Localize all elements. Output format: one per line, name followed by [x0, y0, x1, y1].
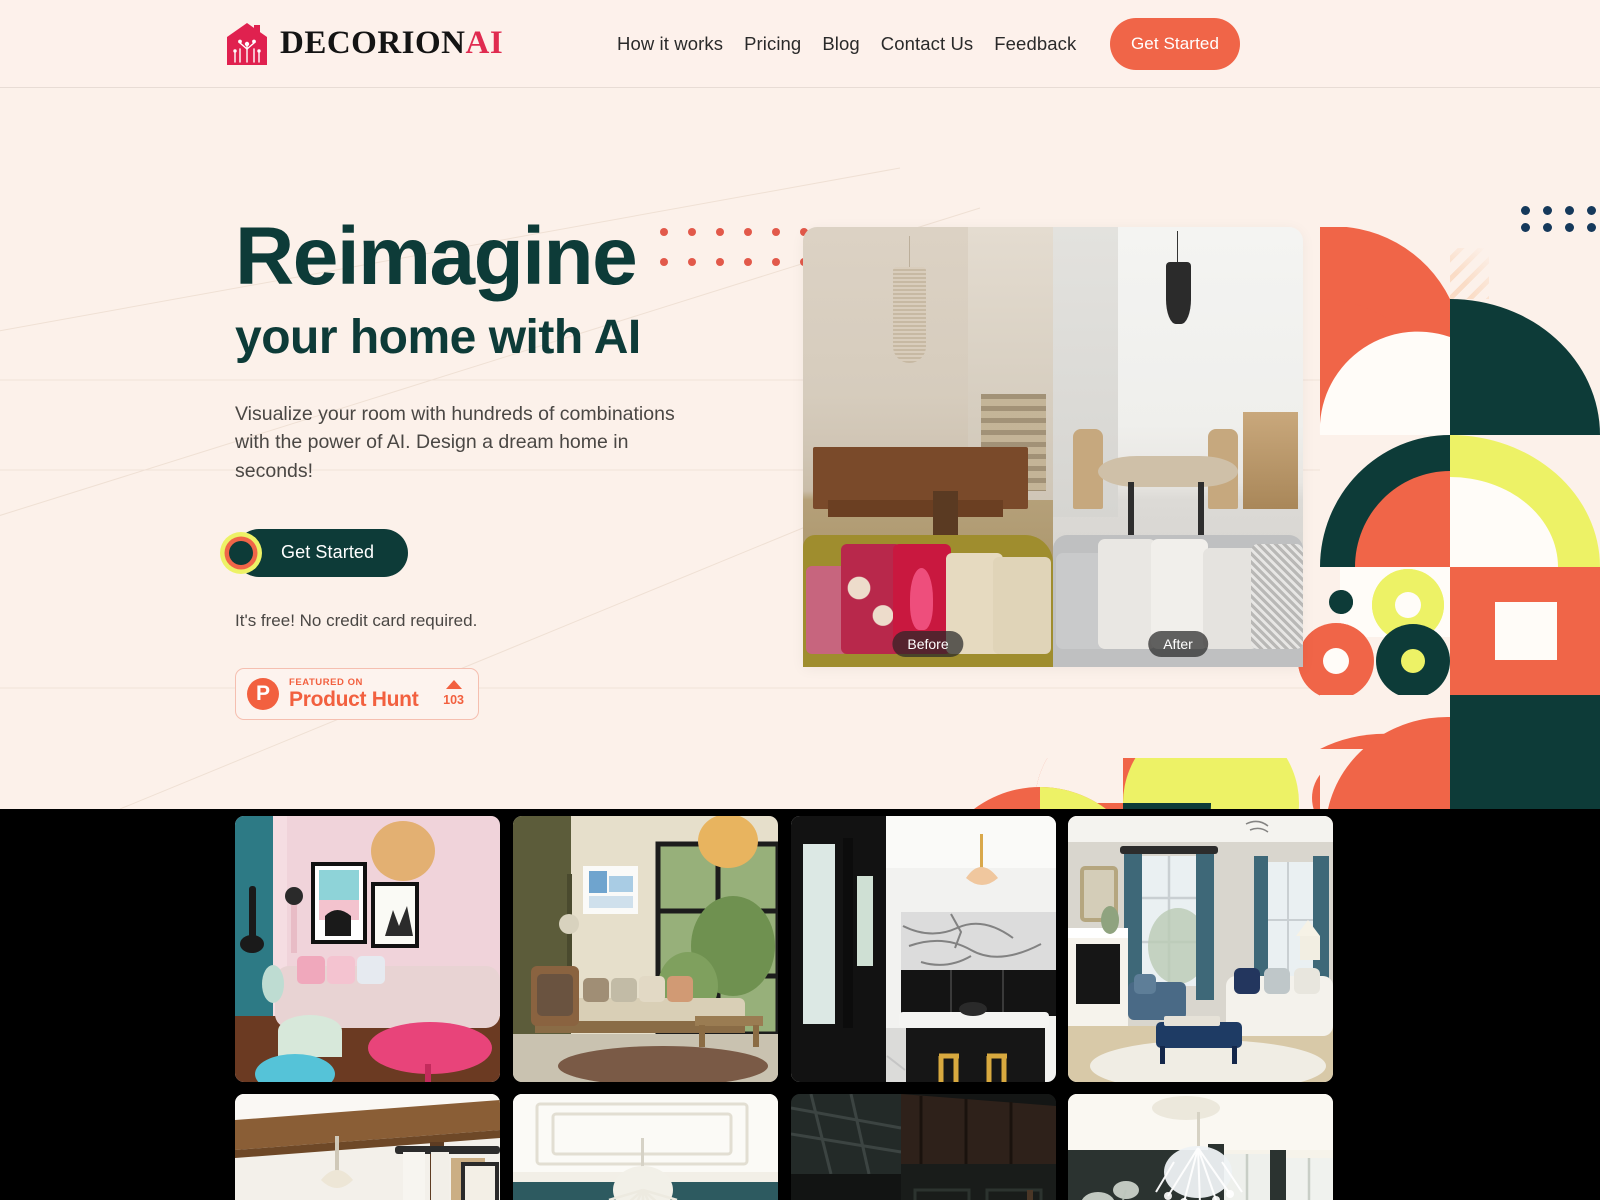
product-hunt-featured-label: FEATURED ON [289, 676, 363, 688]
hero-headline-line2: your home with AI [235, 310, 641, 364]
hero-free-note: It's free! No credit card required. [235, 610, 478, 630]
nav-item-contact-us[interactable]: Contact Us [881, 33, 974, 55]
gallery-tile-pink-pastel-living-room[interactable] [235, 816, 500, 1082]
after-image: After [1053, 227, 1303, 667]
gallery-tile-olive-modern-living-room[interactable] [513, 816, 778, 1082]
gallery-tile-teal-panelled-dining-room[interactable] [513, 1094, 778, 1200]
hero-headline-line1: Reimagine [235, 211, 638, 302]
before-after-hero-image[interactable]: Before After [803, 227, 1303, 667]
site-header: DECORIONAI How it works Pricing Blog Con… [0, 0, 1600, 88]
inspiration-gallery [0, 809, 1600, 1200]
before-image: Before [803, 227, 1053, 667]
after-label-badge: After [1148, 631, 1208, 657]
header-get-started-button[interactable]: Get Started [1110, 17, 1240, 70]
nav-item-blog[interactable]: Blog [822, 33, 859, 55]
bauhaus-pattern-decoration [1298, 227, 1600, 809]
dot [1521, 206, 1530, 215]
gallery-tile-classic-blue-drawing-room[interactable] [1068, 816, 1333, 1082]
product-hunt-logo-icon: P [247, 677, 279, 710]
gallery-tile-marble-black-kitchen[interactable] [791, 816, 1056, 1082]
house-circuit-icon [227, 22, 267, 65]
brand-logo[interactable]: DECORIONAI [226, 22, 503, 66]
hero-content: Reimagine your home with AI Visualize yo… [220, 211, 775, 720]
brand-name-accent: AI [465, 25, 504, 61]
gallery-tile-wood-beam-bright-room[interactable] [235, 1094, 500, 1200]
product-hunt-badge[interactable]: P FEATURED ON Product Hunt 103 [235, 667, 479, 720]
hero-section: Reimagine your home with AI Visualize yo… [0, 88, 1600, 809]
gallery-tile-dark-panelled-study[interactable] [791, 1094, 1056, 1200]
nav-item-how-it-works[interactable]: How it works [617, 33, 723, 55]
dot [1587, 206, 1596, 215]
brand-name: DECORIONAI [280, 25, 503, 62]
hero-get-started-label: Get Started [281, 542, 375, 563]
dot [1565, 206, 1574, 215]
upvote-triangle-icon [445, 680, 462, 690]
main-navigation: How it works Pricing Blog Contact Us Fee… [617, 33, 1076, 55]
product-hunt-name: Product Hunt [289, 688, 419, 712]
product-hunt-upvote-count: 103 [443, 693, 464, 708]
landing-page: DECORIONAI How it works Pricing Blog Con… [0, 0, 1600, 1200]
hero-get-started-button[interactable]: Get Started [220, 528, 409, 577]
dot [1543, 206, 1552, 215]
concentric-arcs-icon [220, 531, 262, 574]
nav-item-pricing[interactable]: Pricing [744, 33, 801, 55]
brand-name-main: DECORION [280, 25, 466, 61]
nav-item-feedback[interactable]: Feedback [994, 33, 1076, 55]
product-hunt-upvote[interactable]: 103 [443, 680, 467, 707]
hero-subtext: Visualize your room with hundreds of com… [235, 403, 675, 482]
gallery-tile-chandelier-floral-room[interactable] [1068, 1094, 1333, 1200]
product-hunt-text: FEATURED ON Product Hunt [289, 678, 433, 711]
before-label-badge: Before [892, 631, 964, 657]
